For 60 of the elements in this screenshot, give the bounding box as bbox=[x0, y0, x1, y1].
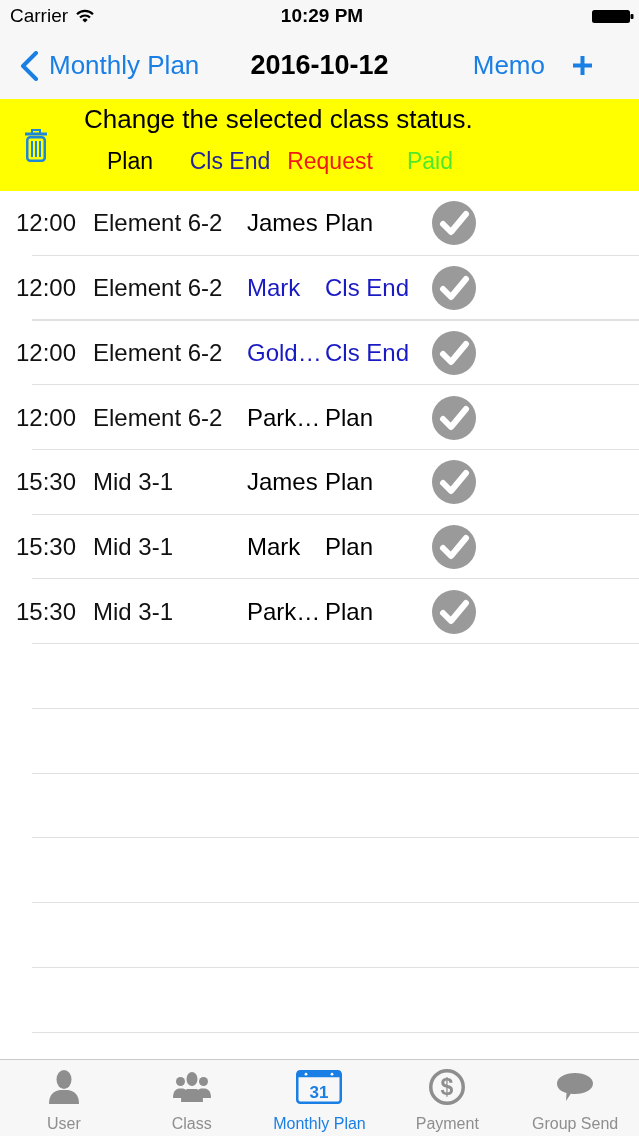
speech-bubble-icon bbox=[556, 1072, 595, 1102]
class-name: Element 6-2 bbox=[93, 403, 224, 432]
wifi-icon bbox=[76, 9, 95, 23]
people-group-icon bbox=[172, 1072, 211, 1102]
status-text: Plan bbox=[325, 533, 375, 562]
calendar-icon: 31 bbox=[296, 1070, 343, 1104]
student-name: James bbox=[247, 209, 319, 238]
time-text: 12:00 bbox=[16, 338, 78, 367]
check-icon[interactable] bbox=[432, 266, 476, 311]
student-name: Mark bbox=[247, 274, 302, 303]
tab-button[interactable]: Class bbox=[127, 1060, 256, 1136]
check-icon[interactable] bbox=[432, 525, 476, 570]
class-name: Element 6-2 bbox=[93, 338, 224, 367]
status-text: Cls End bbox=[325, 274, 411, 303]
time-text: 12:00 bbox=[16, 403, 78, 432]
check-icon[interactable] bbox=[432, 201, 476, 246]
status-text: Plan bbox=[325, 468, 375, 497]
plus-icon bbox=[572, 55, 593, 76]
status-text: Plan bbox=[325, 403, 375, 432]
tab-button[interactable]: 31 Monthly Plan bbox=[255, 1060, 384, 1136]
back-button[interactable]: Monthly Plan bbox=[19, 50, 200, 81]
add-button[interactable] bbox=[572, 55, 593, 76]
student-name: Park… bbox=[247, 403, 322, 432]
check-icon[interactable] bbox=[432, 589, 476, 634]
status-option[interactable]: Request bbox=[280, 141, 380, 181]
tab-button[interactable]: User bbox=[0, 1060, 128, 1136]
time-text: 15:30 bbox=[16, 468, 78, 497]
class-name: Mid 3-1 bbox=[93, 468, 175, 497]
time-text: 12:00 bbox=[16, 209, 78, 238]
status-text: Cls End bbox=[325, 338, 411, 367]
status-text: Plan bbox=[325, 209, 375, 238]
class-name: Element 6-2 bbox=[93, 209, 224, 238]
dollar-coin-icon: $ bbox=[429, 1069, 466, 1105]
time-text: 15:30 bbox=[16, 533, 78, 562]
clock-text: 10:29 PM bbox=[280, 5, 364, 27]
tab-button[interactable]: $ Payment bbox=[383, 1060, 512, 1136]
check-icon[interactable] bbox=[432, 460, 476, 505]
tab-button[interactable]: Group Send bbox=[511, 1060, 639, 1136]
nav-title: 2016-10-12 bbox=[250, 50, 389, 81]
check-icon[interactable] bbox=[432, 330, 476, 375]
student-name: Mark bbox=[247, 533, 302, 562]
status-text: Plan bbox=[325, 597, 375, 626]
trash-icon[interactable] bbox=[24, 128, 48, 162]
memo-button[interactable]: Memo bbox=[472, 50, 545, 81]
student-name: Park… bbox=[247, 597, 322, 626]
student-name: James bbox=[247, 468, 319, 497]
person-icon bbox=[47, 1070, 80, 1104]
banner-message: Change the selected class status. bbox=[83, 104, 474, 134]
student-name: Gold… bbox=[247, 338, 323, 367]
time-text: 15:30 bbox=[16, 597, 78, 626]
class-name: Mid 3-1 bbox=[93, 597, 175, 626]
class-name: Element 6-2 bbox=[93, 274, 224, 303]
battery-icon bbox=[592, 9, 634, 23]
time-text: 12:00 bbox=[16, 274, 78, 303]
class-name: Mid 3-1 bbox=[93, 533, 175, 562]
status-option[interactable]: Plan bbox=[80, 141, 180, 181]
chevron-left-icon bbox=[19, 50, 39, 81]
carrier-text: Carrier bbox=[10, 5, 69, 27]
check-icon[interactable] bbox=[432, 395, 476, 440]
status-option[interactable]: Cls End bbox=[180, 141, 280, 181]
